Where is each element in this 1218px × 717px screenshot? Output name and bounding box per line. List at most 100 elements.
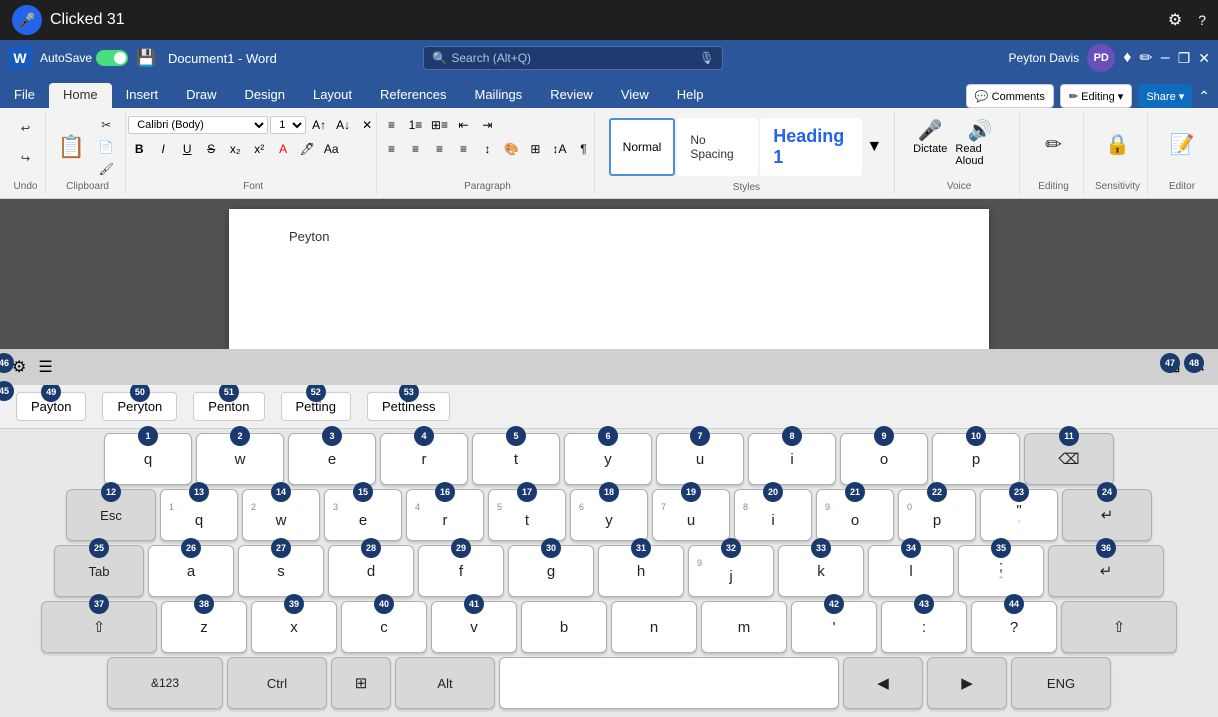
key-alt[interactable]: Alt xyxy=(395,657,495,709)
key-h[interactable]: 31 h xyxy=(598,545,684,597)
key-r[interactable]: 16 4 r xyxy=(406,489,484,541)
share-button[interactable]: Share ▾ xyxy=(1138,84,1192,108)
key-backspace[interactable]: 11 ⌫ xyxy=(1024,433,1114,485)
tab-draw[interactable]: Draw xyxy=(172,83,230,108)
key-semicolon[interactable]: 35 ; " xyxy=(958,545,1044,597)
align-right-button[interactable]: ≡ xyxy=(428,138,450,160)
key-amp123[interactable]: &123 xyxy=(107,657,223,709)
key-quote[interactable]: 23 " ' xyxy=(980,489,1058,541)
show-formatting-button[interactable]: ¶ xyxy=(572,138,594,160)
key-5[interactable]: 5 t xyxy=(472,433,560,485)
save-icon[interactable]: 💾 xyxy=(136,48,156,68)
text-case-button[interactable]: Aa xyxy=(320,138,342,160)
key-enter-1[interactable]: 24 ↵ xyxy=(1062,489,1152,541)
key-n[interactable]: n xyxy=(611,601,697,653)
key-tab[interactable]: 25 Tab xyxy=(54,545,144,597)
tab-design[interactable]: Design xyxy=(231,83,299,108)
tab-layout[interactable]: Layout xyxy=(299,83,366,108)
key-b[interactable]: b xyxy=(521,601,607,653)
key-space[interactable] xyxy=(499,657,839,709)
comments-button[interactable]: 💬 Comments xyxy=(966,84,1054,108)
bullet-list-button[interactable]: ≡ xyxy=(380,114,402,136)
key-eng[interactable]: ENG xyxy=(1011,657,1111,709)
key-shift-left[interactable]: 37 ⇧ xyxy=(41,601,157,653)
key-k[interactable]: 33 k xyxy=(778,545,864,597)
style-normal-button[interactable]: Normal xyxy=(609,118,676,176)
align-center-button[interactable]: ≡ xyxy=(404,138,426,160)
key-a[interactable]: 26 a xyxy=(148,545,234,597)
font-color-button[interactable]: A xyxy=(272,138,294,160)
font-size-select[interactable]: 11 xyxy=(270,116,306,134)
key-apostrophe[interactable]: 42 ' xyxy=(791,601,877,653)
key-p[interactable]: 22 0 p xyxy=(898,489,976,541)
editing-button[interactable]: ✏ Editing ▾ xyxy=(1060,84,1132,108)
tab-mailings[interactable]: Mailings xyxy=(461,83,537,108)
close-button[interactable]: ✕ xyxy=(1198,50,1210,67)
kb-menu-icon[interactable]: ☰ xyxy=(38,357,52,377)
key-t[interactable]: 17 5 t xyxy=(488,489,566,541)
tab-home[interactable]: Home xyxy=(49,83,112,108)
tab-view[interactable]: View xyxy=(607,83,663,108)
tab-help[interactable]: Help xyxy=(663,83,718,108)
key-right-arrow[interactable]: ▶ xyxy=(927,657,1007,709)
tab-review[interactable]: Review xyxy=(536,83,607,108)
editing-group-button[interactable]: ✏ xyxy=(1039,114,1069,174)
key-f[interactable]: 29 f xyxy=(418,545,504,597)
suggestion-penton[interactable]: 51 Penton xyxy=(189,392,268,421)
style-nospace-button[interactable]: No Spacing xyxy=(677,118,758,176)
tab-insert[interactable]: Insert xyxy=(112,83,173,108)
key-s[interactable]: 27 s xyxy=(238,545,324,597)
key-4[interactable]: 4 r xyxy=(380,433,468,485)
key-ctrl[interactable]: Ctrl xyxy=(227,657,327,709)
key-1[interactable]: 1 q xyxy=(104,433,192,485)
key-9[interactable]: 9 o xyxy=(840,433,928,485)
style-heading1-button[interactable]: Heading 1 xyxy=(760,118,862,176)
key-y[interactable]: 18 6 y xyxy=(570,489,648,541)
collapse-ribbon-icon[interactable]: ⌃ xyxy=(1198,88,1210,105)
key-7[interactable]: 7 u xyxy=(656,433,744,485)
redo-button[interactable]: ↪ xyxy=(14,144,38,172)
key-c[interactable]: 40 c xyxy=(341,601,427,653)
strikethrough-button[interactable]: S xyxy=(200,138,222,160)
pen-icon[interactable]: ✏ xyxy=(1139,48,1152,68)
bold-button[interactable]: B xyxy=(128,138,150,160)
sort-button[interactable]: ↕A xyxy=(548,138,570,160)
borders-button[interactable]: ⊞ xyxy=(524,138,546,160)
paste-button[interactable]: 📋 xyxy=(54,117,89,177)
autosave-toggle[interactable] xyxy=(96,50,128,66)
multilevel-list-button[interactable]: ⊞≡ xyxy=(428,114,450,136)
numbered-list-button[interactable]: 1≡ xyxy=(404,114,426,136)
key-8[interactable]: 8 i xyxy=(748,433,836,485)
key-j[interactable]: 32 9 j xyxy=(688,545,774,597)
restore-button[interactable]: ❐ xyxy=(1178,50,1191,67)
key-i[interactable]: 20 8 i xyxy=(734,489,812,541)
shading-button[interactable]: 🎨 xyxy=(500,138,522,160)
copy-button[interactable]: 📄 xyxy=(91,137,121,157)
minimize-button[interactable]: – xyxy=(1161,49,1170,67)
key-left-arrow[interactable]: ◀ xyxy=(843,657,923,709)
increase-font-button[interactable]: A↑ xyxy=(308,114,330,136)
dictate-button[interactable]: 🎤 Dictate xyxy=(913,118,947,167)
format-painter-button[interactable]: 🖌 xyxy=(91,159,121,179)
clear-format-button[interactable]: ✕ xyxy=(356,114,378,136)
tab-file[interactable]: File xyxy=(0,83,49,108)
line-spacing-button[interactable]: ↕ xyxy=(476,138,498,160)
underline-button[interactable]: U xyxy=(176,138,198,160)
settings-icon[interactable]: ⚙ xyxy=(1168,10,1182,30)
editor-button[interactable]: 📝 xyxy=(1166,114,1199,174)
key-windows[interactable]: ⊞ xyxy=(331,657,391,709)
suggestion-peryton[interactable]: 50 Peryton xyxy=(98,392,181,421)
undo-button[interactable]: ↩ xyxy=(14,114,38,142)
key-10[interactable]: 10 p xyxy=(932,433,1020,485)
styles-expand-button[interactable]: ▼ xyxy=(864,136,884,158)
help-icon[interactable]: ? xyxy=(1198,12,1206,28)
key-6[interactable]: 6 y xyxy=(564,433,652,485)
key-m[interactable]: m xyxy=(701,601,787,653)
suggestion-pettiness[interactable]: 53 Pettiness xyxy=(363,392,454,421)
key-d[interactable]: 28 d xyxy=(328,545,414,597)
key-z[interactable]: 38 z xyxy=(161,601,247,653)
key-q[interactable]: 13 1 q xyxy=(160,489,238,541)
decrease-indent-button[interactable]: ⇤ xyxy=(452,114,474,136)
document-page[interactable]: Peyton xyxy=(229,209,989,349)
sensitivity-button[interactable]: 🔒 xyxy=(1101,114,1134,174)
